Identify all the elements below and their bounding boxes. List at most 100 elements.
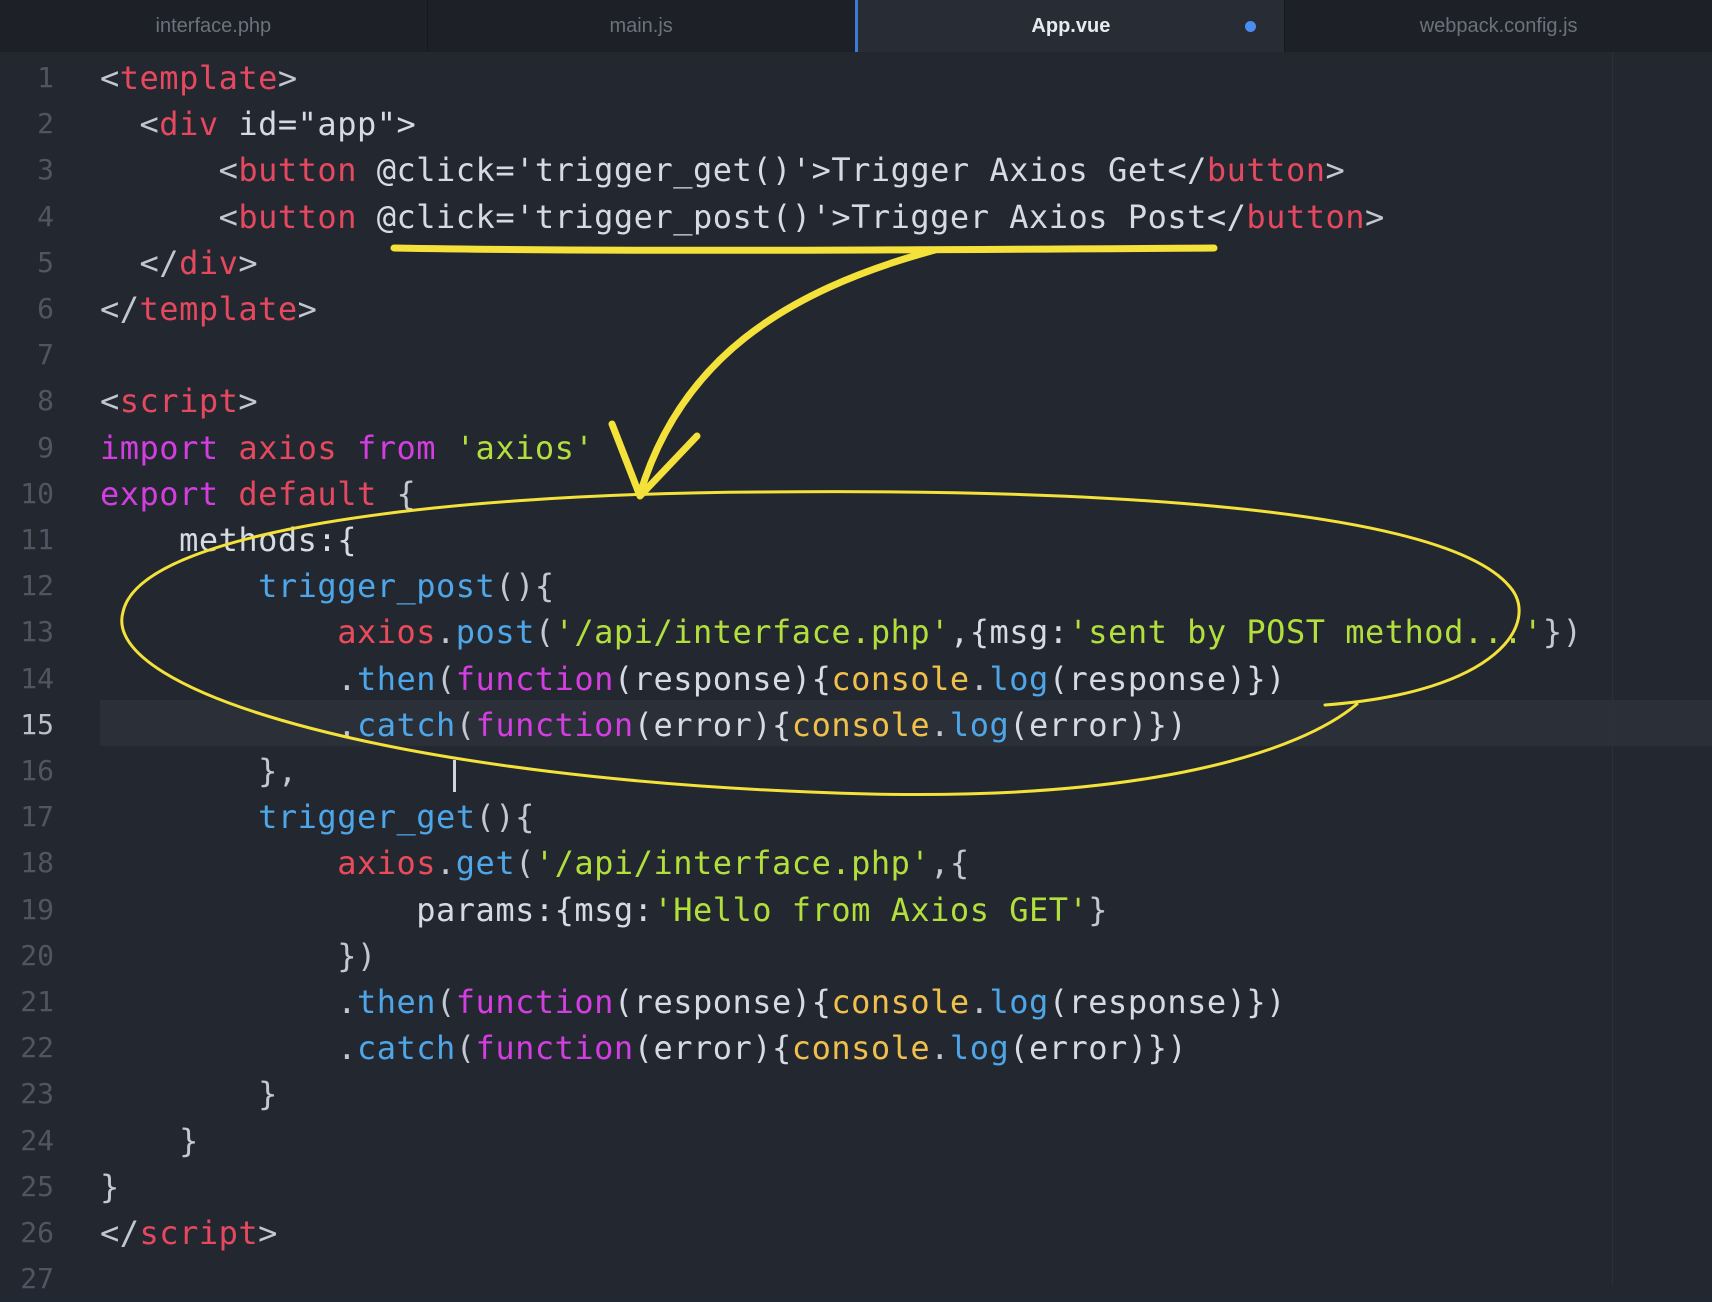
- code-token: .: [100, 1029, 357, 1068]
- code-line[interactable]: }: [100, 1071, 278, 1117]
- line-number[interactable]: 27: [0, 1256, 54, 1302]
- code-line[interactable]: .catch(function(error){console.log(error…: [100, 1025, 1187, 1071]
- line-number-gutter[interactable]: 1 2 3 4 5 6 7 8 9 10 11 12 13 14 15 16 17 18 19 20 21 22 23 24 2…: [0, 52, 70, 1295]
- line-number[interactable]: 5: [0, 240, 54, 286]
- line-number[interactable]: 6: [0, 286, 54, 332]
- annotation-underline: [390, 244, 1218, 254]
- tab-bar: interface.php main.js App.vue webpack.co…: [0, 0, 1712, 52]
- code-token: }): [1542, 613, 1583, 652]
- code-line[interactable]: <button @click='trigger_post()'>Trigger …: [100, 194, 1385, 240]
- code-line[interactable]: }: [100, 1164, 120, 1210]
- code-token: }: [1088, 890, 1109, 929]
- code-token: .: [969, 983, 990, 1021]
- line-number[interactable]: 22: [0, 1025, 54, 1071]
- line-number[interactable]: 21: [0, 979, 54, 1025]
- code-token: export: [100, 474, 219, 513]
- line-number[interactable]: 13: [0, 609, 54, 655]
- code-token: 'sent by POST method...': [1068, 613, 1543, 652]
- line-number[interactable]: 7: [0, 332, 54, 378]
- line-number[interactable]: 2: [0, 101, 54, 147]
- line-number[interactable]: 20: [0, 933, 54, 979]
- line-number[interactable]: 15: [0, 702, 54, 748]
- code-line[interactable]: <button @click='trigger_get()'>Trigger A…: [100, 147, 1345, 193]
- code-line[interactable]: </div>: [100, 240, 258, 286]
- code-line[interactable]: trigger_post(){: [100, 563, 555, 609]
- line-number[interactable]: 19: [0, 887, 54, 933]
- code-token: 'Hello from Axios GET': [653, 890, 1089, 929]
- code-line[interactable]: params:{msg:'Hello from Axios GET'}: [100, 887, 1108, 933]
- code-token: console: [791, 705, 931, 744]
- code-line[interactable]: export default {: [100, 471, 416, 517]
- tab-interface-php[interactable]: interface.php: [0, 0, 427, 52]
- code-token: button: [238, 197, 357, 236]
- code-line[interactable]: .catch(function(error){console.log(error…: [100, 702, 1187, 748]
- code-token: function: [455, 983, 614, 1021]
- line-number[interactable]: 24: [0, 1118, 54, 1164]
- code-token: (response)}): [1048, 659, 1286, 698]
- line-number[interactable]: 9: [0, 425, 54, 471]
- code-token: .: [100, 659, 357, 698]
- line-number[interactable]: 18: [0, 840, 54, 886]
- line-number[interactable]: 26: [0, 1210, 54, 1256]
- line-number[interactable]: 23: [0, 1071, 54, 1117]
- code-line[interactable]: trigger_get(){: [100, 794, 535, 840]
- code-token: (error)}): [1009, 705, 1188, 744]
- line-number[interactable]: 11: [0, 517, 54, 563]
- code-token: (: [436, 659, 456, 698]
- code-line[interactable]: }): [100, 933, 377, 979]
- code-line[interactable]: axios.post('/api/interface.php',{msg:'se…: [100, 609, 1582, 655]
- code-line[interactable]: <script>: [100, 378, 258, 424]
- code-token: (: [436, 983, 456, 1021]
- tab-webpack-config-js[interactable]: webpack.config.js: [1284, 0, 1712, 52]
- code-token: }: [100, 1167, 120, 1206]
- line-number[interactable]: 17: [0, 794, 54, 840]
- line-number[interactable]: 8: [0, 378, 54, 424]
- code-token: (){: [495, 567, 555, 606]
- code-token: (: [455, 1029, 476, 1068]
- code-line[interactable]: methods:{: [100, 517, 357, 563]
- line-number[interactable]: 25: [0, 1164, 54, 1210]
- code-token: console: [831, 983, 970, 1021]
- wrap-guide: [1612, 52, 1613, 1286]
- code-line[interactable]: },: [100, 748, 298, 794]
- tab-app-vue[interactable]: App.vue: [854, 0, 1285, 52]
- code-editor[interactable]: 1 2 3 4 5 6 7 8 9 10 11 12 13 14 15 16 17 18 19 20 21 22 23 24 2…: [0, 52, 1712, 1295]
- code-token: from: [356, 428, 437, 467]
- code-token: }: [100, 1075, 278, 1114]
- code-line[interactable]: .then(function(response){console.log(res…: [100, 656, 1286, 702]
- code-token: log: [989, 983, 1049, 1021]
- code-token: function: [475, 1029, 634, 1068]
- modified-dot-icon[interactable]: [1245, 21, 1257, 32]
- code-line[interactable]: <template>: [100, 55, 298, 101]
- code-token: >: [277, 59, 298, 97]
- code-token: then: [356, 983, 437, 1021]
- code-token: script: [119, 382, 239, 421]
- line-number[interactable]: 4: [0, 194, 54, 240]
- code-token: (: [515, 844, 535, 883]
- tab-main-js[interactable]: main.js: [426, 0, 855, 52]
- tab-label: App.vue: [1031, 14, 1111, 37]
- code-token: .: [930, 705, 950, 744]
- code-token: div: [179, 243, 239, 282]
- code-line[interactable]: import axios from 'axios': [100, 425, 594, 471]
- code-line[interactable]: <div id="app">: [100, 101, 416, 147]
- line-number[interactable]: 10: [0, 471, 54, 517]
- code-token: log: [949, 705, 1010, 744]
- code-line[interactable]: </template>: [100, 286, 317, 332]
- code-token: .: [436, 844, 456, 883]
- code-line[interactable]: .then(function(response){console.log(res…: [100, 979, 1286, 1025]
- line-number[interactable]: 1: [0, 55, 54, 101]
- code-token: catch: [356, 705, 456, 744]
- line-number[interactable]: 14: [0, 656, 54, 702]
- tab-label: interface.php: [155, 14, 272, 37]
- code-token: {: [376, 474, 417, 513]
- code-line[interactable]: </script>: [100, 1210, 278, 1256]
- line-number[interactable]: 3: [0, 147, 54, 193]
- code-token: >: [1365, 197, 1385, 236]
- line-number[interactable]: 12: [0, 563, 54, 609]
- code-line[interactable]: }: [100, 1118, 199, 1164]
- code-token: catch: [356, 1029, 456, 1068]
- line-number[interactable]: 16: [0, 748, 54, 794]
- code-token: axios: [100, 613, 437, 652]
- code-line[interactable]: axios.get('/api/interface.php',{: [100, 840, 970, 886]
